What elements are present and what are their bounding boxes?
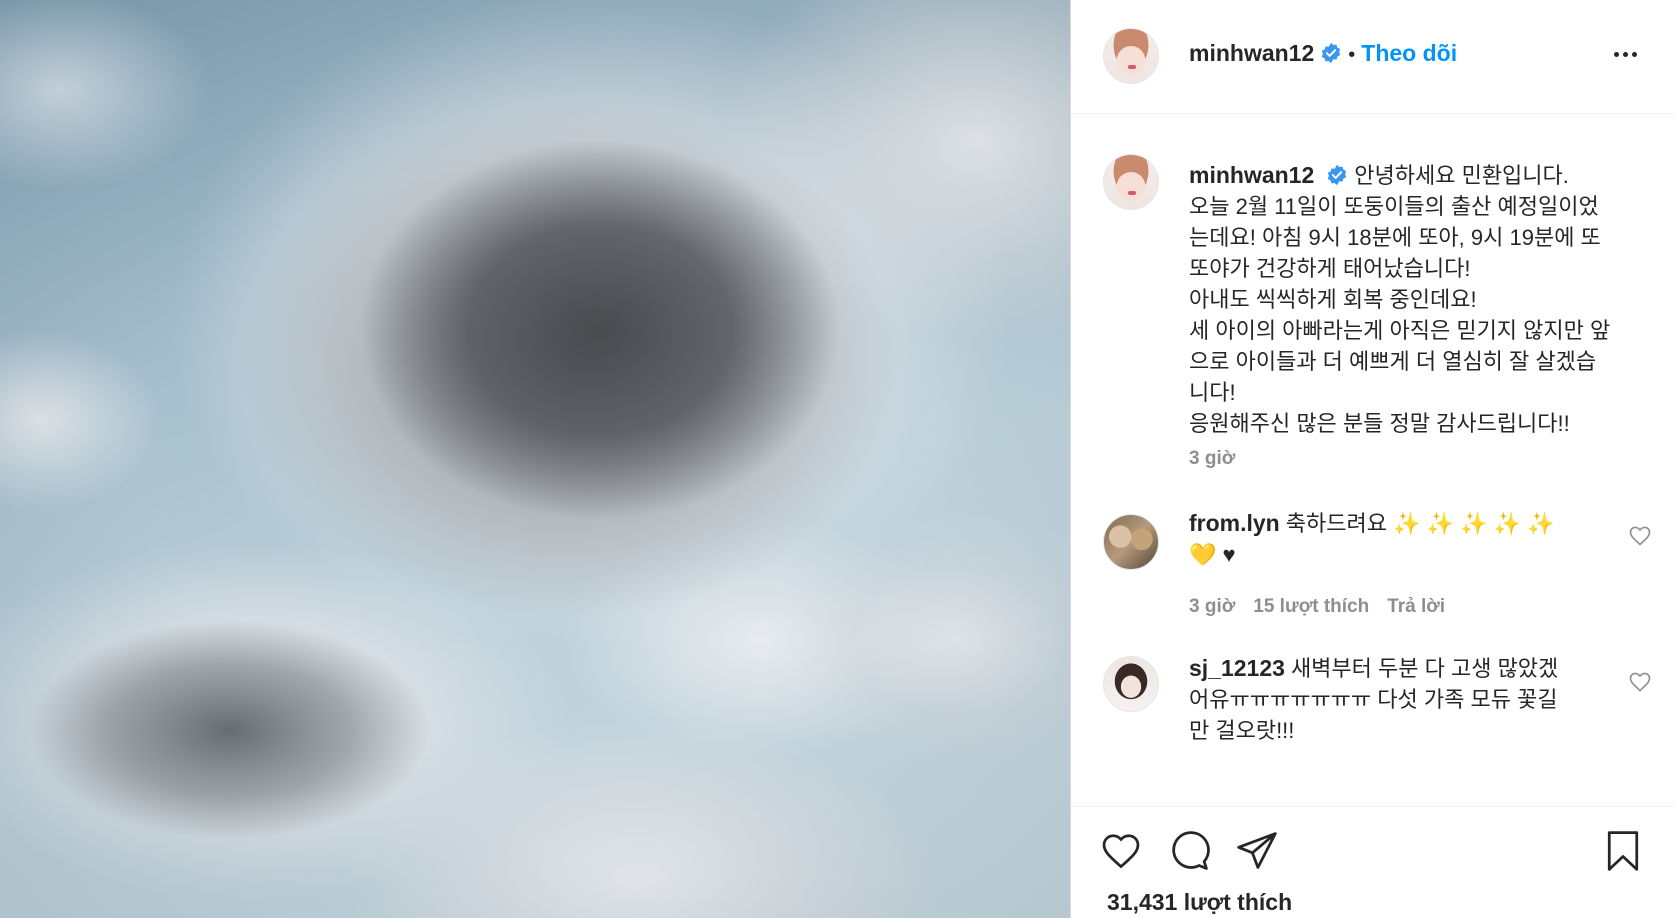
heart-icon[interactable] — [1099, 829, 1143, 873]
caption-line: 세 아이의 아빠라는게 아직은 믿기지 않지만 앞 — [1189, 318, 1611, 343]
caption-line: 응원해주신 많은 분들 정말 감사드립니다!! — [1189, 411, 1570, 436]
caption-line: 아내도 씩씩하게 회복 중인데요! — [1189, 287, 1477, 312]
commenter-avatar[interactable] — [1103, 656, 1159, 712]
caption-line: 오늘 2월 11일이 또둥이들의 출산 예정일이었 — [1189, 194, 1599, 219]
comment-line: 어유ㅠㅠㅠㅠㅠㅠㅠ 다섯 가족 모듀 꽃길 — [1189, 687, 1558, 712]
bookmark-icon[interactable] — [1601, 829, 1645, 873]
comment-like-heart-icon[interactable] — [1628, 670, 1652, 692]
caption-avatar[interactable] — [1103, 154, 1159, 210]
caption-line: 으로 아이들과 더 예쁘게 더 열심히 잘 살겠습 — [1189, 349, 1597, 374]
follow-button[interactable]: Theo dõi — [1361, 40, 1457, 66]
photo-vignette — [0, 0, 1070, 918]
caption-line: 니다! — [1189, 380, 1236, 405]
header-separator: • — [1348, 44, 1356, 66]
comment-likes[interactable]: 15 lượt thích — [1253, 596, 1369, 617]
comment-username[interactable]: sj_12123 — [1189, 655, 1285, 681]
caption-meta: 3 giờ — [1189, 448, 1253, 470]
comment-icon[interactable] — [1167, 829, 1211, 873]
comment-username[interactable]: from.lyn — [1189, 510, 1280, 536]
caption-line: 또야가 건강하게 태어났습니다! — [1189, 256, 1471, 281]
verified-badge-icon — [1328, 164, 1347, 186]
owner-avatar[interactable] — [1103, 28, 1159, 84]
comment-meta: 3 giờ 15 lượt thích Trả lời — [1189, 596, 1463, 618]
comment-text: from.lyn 축하드려요 ✨ ✨ ✨ ✨ ✨ 💛 ♥ — [1189, 508, 1609, 570]
post-actions: 31,431 lượt thích — [1071, 806, 1674, 918]
comment-line: 💛 ♥ — [1189, 542, 1236, 567]
caption-time[interactable]: 3 giờ — [1189, 448, 1235, 469]
caption: minhwan12 안녕하세요 민환입니다. 오늘 2월 11일이 또둥이들의 출… — [1189, 160, 1649, 439]
comment-time[interactable]: 3 giờ — [1189, 596, 1235, 617]
reply-button[interactable]: Trả lời — [1387, 596, 1445, 617]
comment-text: sj_12123 새벽부터 두분 다 고생 많았겠 어유ㅠㅠㅠㅠㅠㅠㅠ 다섯 가족… — [1189, 653, 1609, 746]
caption-line: 는데요! 아침 9시 18분에 또아, 9시 19분에 또 — [1189, 225, 1601, 250]
header-username[interactable]: minhwan12 — [1189, 40, 1314, 66]
verified-badge-icon — [1322, 42, 1341, 64]
post-side-panel: minhwan12 • Theo dõi minhwan12 안녕하세요 민환입니다.… — [1070, 0, 1674, 918]
comment-line: 축하드려요 ✨ ✨ ✨ ✨ ✨ — [1285, 511, 1555, 536]
header-user-line: minhwan12 • Theo dõi — [1189, 40, 1457, 67]
caption-username[interactable]: minhwan12 — [1189, 162, 1314, 188]
comment-line: 만 걸오랏!!! — [1189, 718, 1295, 743]
commenter-avatar[interactable] — [1103, 514, 1159, 570]
share-icon[interactable] — [1235, 829, 1279, 873]
post-photo[interactable] — [0, 0, 1070, 918]
caption-line: 안녕하세요 민환입니다. — [1354, 163, 1569, 188]
post-header: minhwan12 • Theo dõi — [1071, 0, 1674, 114]
more-options-icon[interactable] — [1614, 44, 1644, 64]
comment-line: 새벽부터 두분 다 고생 많았겠 — [1290, 656, 1559, 681]
comment-like-heart-icon[interactable] — [1628, 524, 1652, 546]
likes-count[interactable]: 31,431 lượt thích — [1107, 889, 1292, 916]
